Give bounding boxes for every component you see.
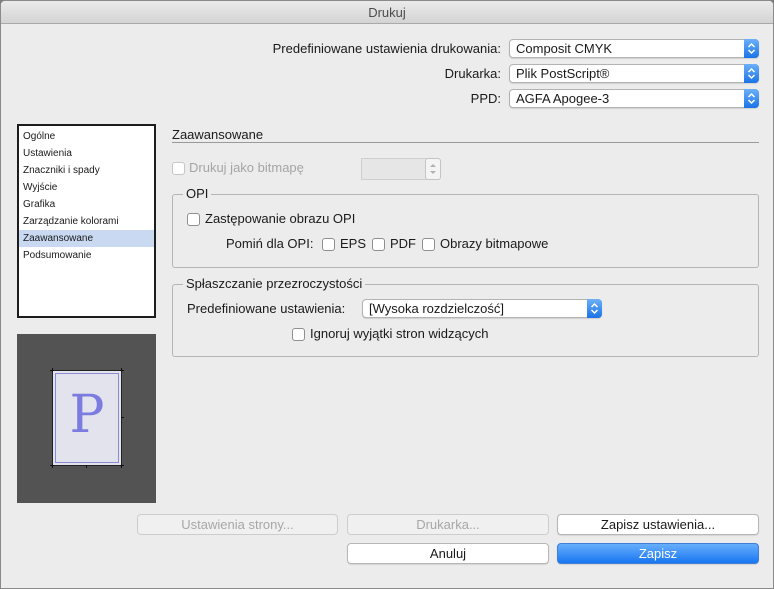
flattening-preset-label: Predefiniowane ustawienia: [187,301,346,316]
opi-eps-label: EPS [340,236,367,251]
opi-bitmap-label: Obrazy bitmapowe [440,236,549,251]
preset-popup[interactable]: Composit CMYK [509,39,759,58]
category-item-graphics[interactable]: Grafika [19,196,154,213]
opi-omit-label: Pomiń dla OPI: [226,236,314,251]
flattening-preset-value: [Wysoka rozdzielczość] [369,301,504,316]
crop-mark [52,368,53,372]
category-item-color-management[interactable]: Zarządzanie kolorami [19,213,154,230]
page-preview: P [17,334,156,503]
preset-value: Composit CMYK [516,41,613,56]
print-as-bitmap-label: Drukuj jako bitmapę [189,160,304,175]
ignore-spread-overrides-label: Ignoruj wyjątki stron widzących [310,326,489,341]
printer-value: Plik PostScript® [516,66,610,81]
opi-pdf-checkbox[interactable] [372,238,385,251]
crop-mark [86,465,87,468]
ppd-value: AGFA Apogee-3 [516,91,610,106]
cancel-button[interactable]: Anuluj [347,543,549,564]
category-item-general[interactable]: Ogólne [19,128,154,145]
crop-mark [121,417,124,418]
printer-label: Drukarka: [444,66,501,81]
flattening-group [172,284,759,357]
opi-legend: OPI [183,186,212,201]
stepper-arrows-icon [430,164,436,174]
section-title: Zaawansowane [172,127,264,142]
save-settings-button[interactable]: Zapisz ustawienia... [557,514,759,535]
category-item-summary[interactable]: Podsumowanie [19,247,154,264]
section-divider [172,142,759,143]
popup-arrows-icon [587,299,602,318]
ignore-spread-overrides-checkbox[interactable] [292,328,305,341]
ppd-label: PPD: [470,91,501,106]
printer-popup[interactable]: Plik PostScript® [509,64,759,83]
print-as-bitmap-checkbox[interactable] [172,162,185,175]
opi-group [172,194,759,268]
category-item-advanced[interactable]: Zaawansowane [19,230,154,247]
popup-arrows-icon [744,39,759,58]
opi-eps-checkbox[interactable] [322,238,335,251]
print-dialog: Drukuj Predefiniowane ustawienia drukowa… [0,0,774,589]
crop-mark [52,464,53,468]
popup-arrows-icon [744,64,759,83]
category-item-output[interactable]: Wyjście [19,179,154,196]
opi-pdf-label: PDF [390,236,416,251]
opi-replace-label: Zastępowanie obrazu OPI [205,211,356,226]
save-button[interactable]: Zapisz [557,543,759,564]
opi-bitmap-checkbox[interactable] [422,238,435,251]
window-title: Drukuj [1,1,773,24]
preset-label: Predefiniowane ustawienia drukowania: [272,41,501,56]
category-item-setup[interactable]: Ustawienia [19,145,154,162]
popup-arrows-icon [744,89,759,108]
flattening-legend: Spłaszczanie przezroczystości [183,276,366,291]
bitmap-resolution-stepper[interactable] [425,158,441,180]
bitmap-resolution-field[interactable] [361,158,427,180]
crop-mark [121,464,122,468]
ppd-popup[interactable]: AGFA Apogee-3 [509,89,759,108]
category-item-marks-bleed[interactable]: Znaczniki i spady [19,162,154,179]
crop-mark [121,368,122,372]
preview-letter: P [69,385,105,445]
category-list: Ogólne Ustawienia Znaczniki i spady Wyjś… [17,124,156,318]
page-setup-button[interactable]: Ustawienia strony... [137,514,338,535]
printer-button[interactable]: Drukarka... [347,514,549,535]
flattening-preset-popup[interactable]: [Wysoka rozdzielczość] [362,299,602,318]
opi-replace-checkbox[interactable] [187,213,200,226]
preview-page: P [52,370,122,466]
